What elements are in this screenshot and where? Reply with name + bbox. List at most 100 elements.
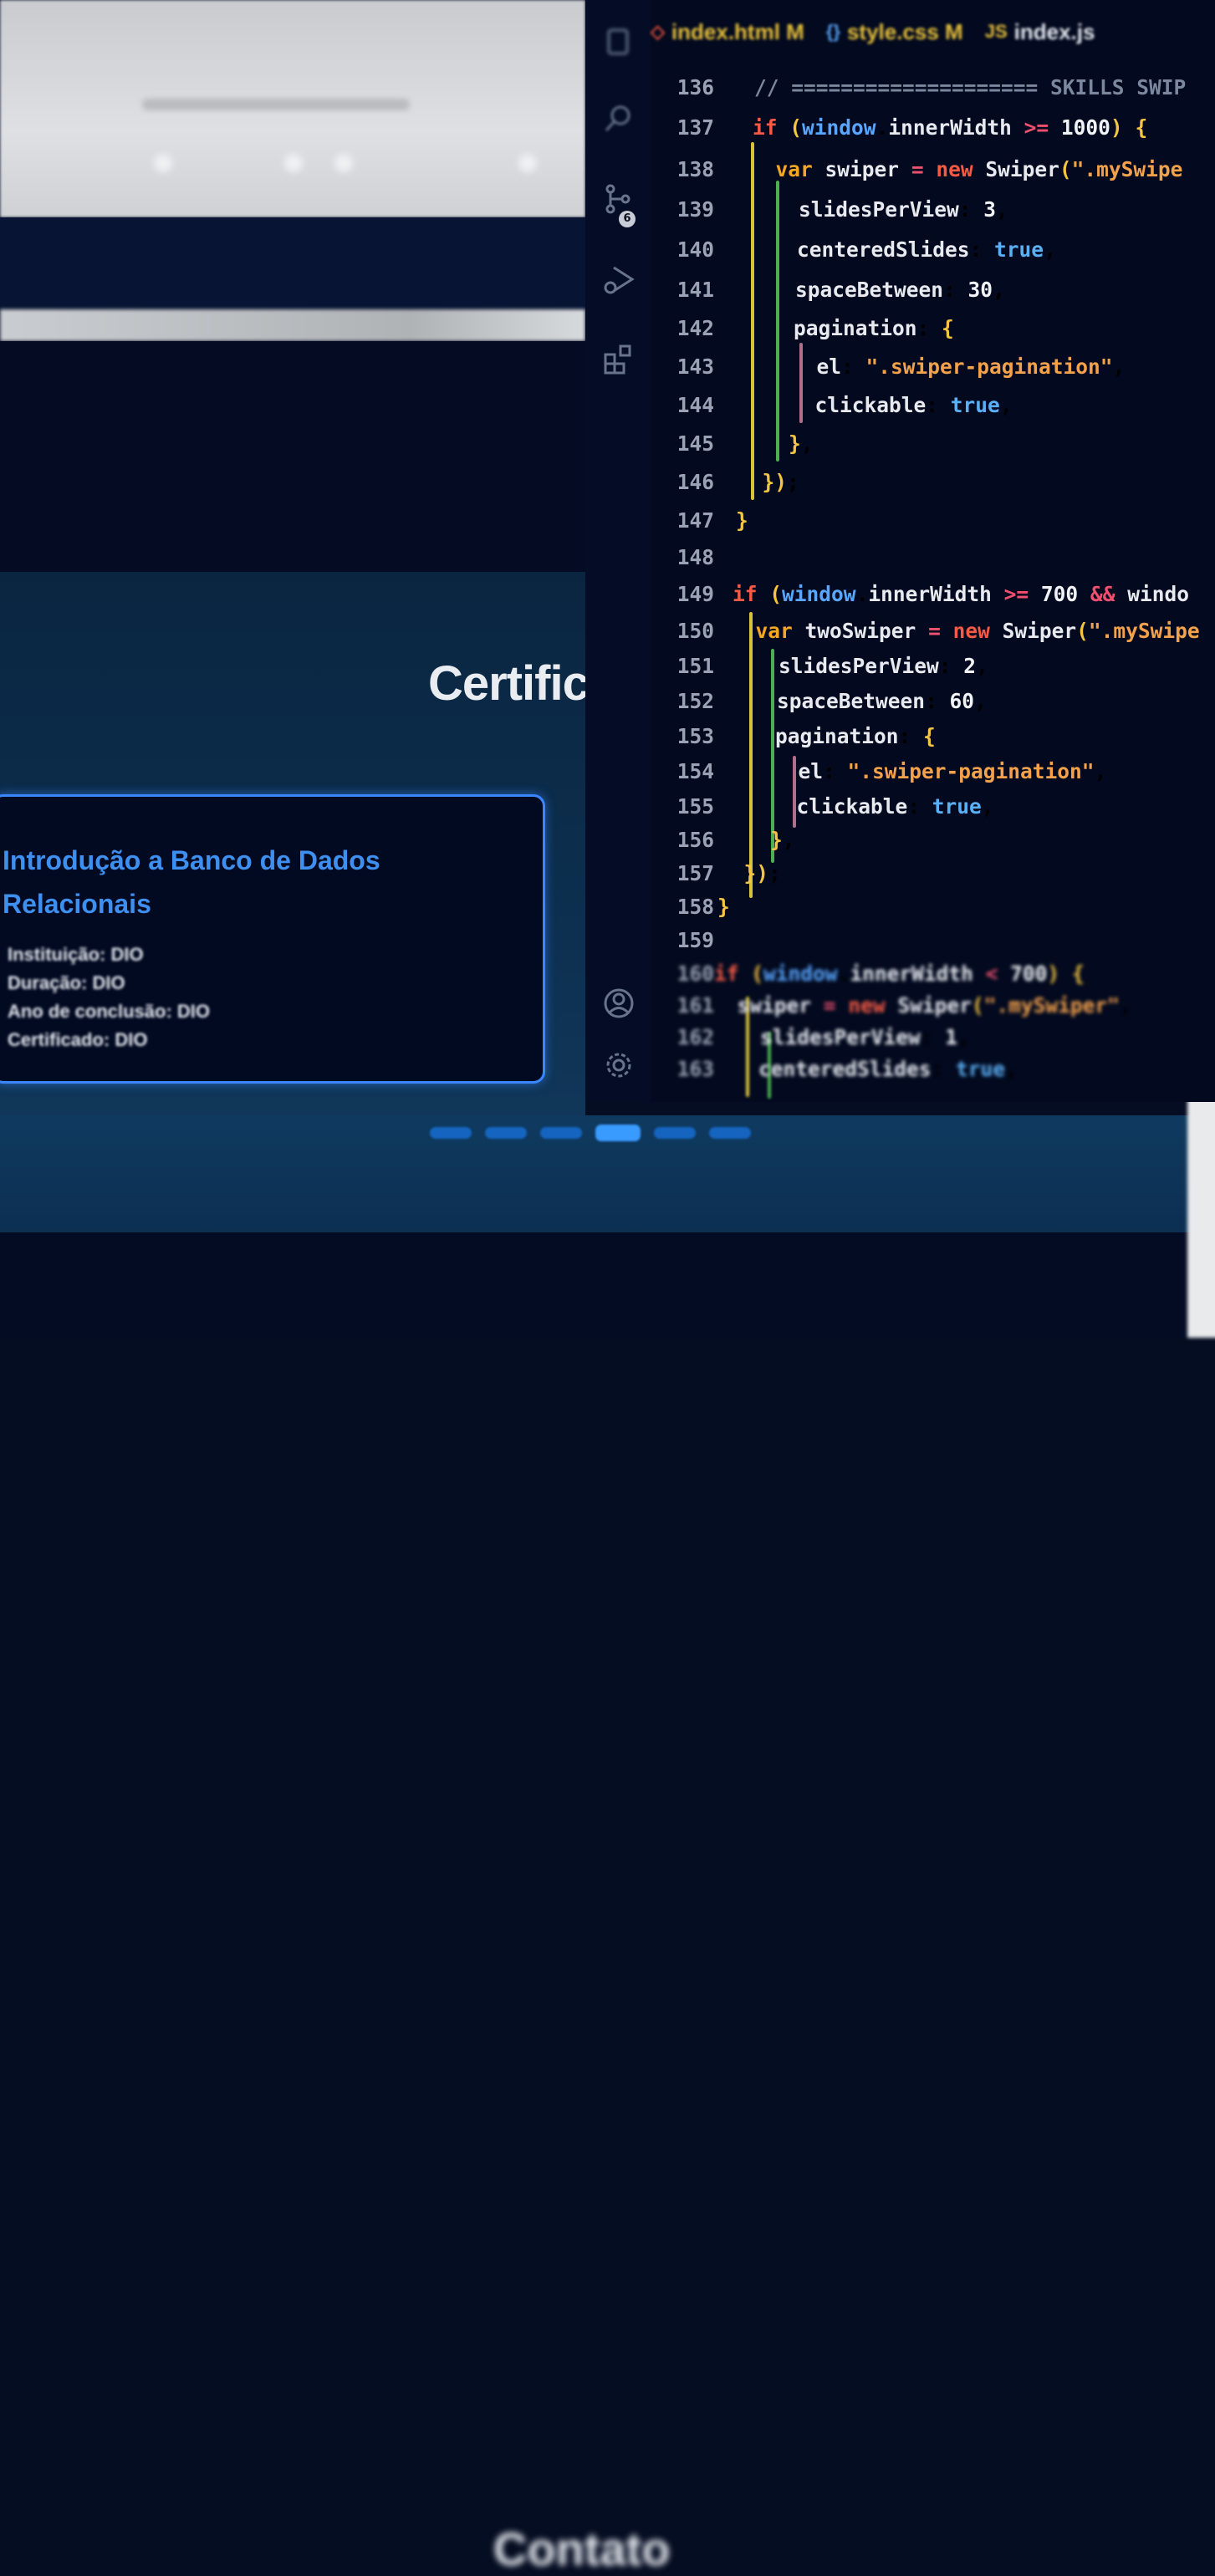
line-number: 156: [676, 828, 714, 852]
line-code: }: [717, 895, 730, 919]
line-number: 162: [676, 1025, 714, 1049]
window-edge: [1187, 1079, 1215, 1338]
site-nav: ▇▇▇▇▇▇▇: [0, 217, 585, 503]
line-code: clickable: true,: [814, 393, 1013, 417]
line-code: });: [762, 470, 799, 494]
certificate-institution: Instituição: DIO: [8, 944, 144, 965]
line-number: 137: [676, 115, 714, 140]
line-code: if (window.innerWidth >= 700 && windo: [733, 582, 1189, 606]
line-number: 152: [676, 689, 714, 713]
line-number: 141: [676, 278, 714, 302]
toolbar-icon[interactable]: [284, 154, 303, 172]
section-title: Certific: [428, 656, 585, 711]
explorer-icon[interactable]: [602, 25, 636, 59]
line-number: 153: [676, 724, 714, 748]
editor-tabs: ◇ index.html M {} style.css M JS index.j…: [651, 12, 1095, 52]
line-number: 158: [676, 895, 714, 919]
line-number: 140: [676, 237, 714, 262]
run-debug-icon[interactable]: [602, 263, 636, 296]
line-code: if (window.innerWidth >= 1000) {: [753, 115, 1148, 140]
line-number: 136: [676, 75, 714, 99]
line-number: 144: [676, 393, 714, 417]
certificates-section: Certific Introdução a Banco de Dados Rel…: [0, 572, 585, 1115]
line-number: 160: [676, 962, 714, 986]
line-code: },: [770, 828, 795, 852]
pagination-bullet[interactable]: [540, 1127, 582, 1139]
certificate-link: Certificado: DIO: [8, 1029, 148, 1050]
account-icon[interactable]: [602, 987, 636, 1020]
line-code: swiper = new Swiper(".mySwiper",: [737, 993, 1132, 1018]
line-code: pagination: {: [775, 724, 936, 748]
tab-index-js[interactable]: JS index.js: [985, 12, 1095, 52]
line-number: 149: [676, 582, 714, 606]
line-number: 157: [676, 861, 714, 885]
toolbar-icon[interactable]: [154, 154, 172, 172]
line-code: slidesPerView: 3,: [799, 197, 1008, 222]
line-code: var swiper = new Swiper(".mySwipe: [775, 157, 1183, 181]
pagination-bullet[interactable]: [709, 1127, 751, 1139]
address-bar[interactable]: [142, 99, 410, 110]
code-editor: 6 ◇ index.html M {} style.css M JS index…: [585, 0, 1215, 1102]
line-code: if (window.innerWidth < 700) {: [714, 962, 1085, 986]
line-code: centeredSlides: true,: [758, 1057, 1018, 1081]
line-number: 161: [676, 993, 714, 1018]
line-code: centeredSlides: true,: [797, 237, 1056, 262]
pagination-bullet[interactable]: [485, 1127, 527, 1139]
source-control-badge: 6: [619, 211, 636, 227]
line-number: 150: [676, 619, 714, 643]
tab-label: index.html M: [671, 18, 804, 44]
line-number: 154: [676, 759, 714, 783]
line-number: 148: [676, 545, 714, 569]
tab-label: style.css M: [846, 18, 963, 44]
line-code: spaceBetween: 60,: [777, 689, 987, 713]
contact-section: Contato: [0, 1232, 1215, 2575]
settings-gear-icon[interactable]: [602, 1048, 636, 1082]
line-code: el: ".swiper-pagination",: [798, 759, 1107, 783]
contact-title: Contato: [493, 2522, 671, 2575]
line-code: });: [743, 861, 781, 885]
tab-label: index.js: [1013, 18, 1095, 44]
line-number: 139: [676, 197, 714, 222]
search-icon[interactable]: [602, 102, 636, 135]
js-icon: JS: [984, 21, 1008, 42]
line-number: 146: [676, 470, 714, 494]
swiper-pagination: [430, 1125, 751, 1141]
html-icon: ◇: [651, 21, 665, 42]
activity-bar: 6: [585, 0, 651, 1102]
extensions-icon[interactable]: [602, 343, 636, 376]
line-number: 142: [676, 316, 714, 340]
line-code: clickable: true,: [796, 794, 994, 819]
line-number: 145: [676, 431, 714, 456]
certificate-title: Introdução a Banco de Dados Relacionais: [3, 845, 380, 919]
hero-section: [0, 341, 585, 572]
line-number: 155: [676, 794, 714, 819]
tab-style-css[interactable]: {} style.css M: [826, 12, 963, 52]
pagination-bullet-active[interactable]: [595, 1125, 641, 1141]
line-number: 138: [676, 157, 714, 181]
pagination-bullet[interactable]: [654, 1127, 696, 1139]
line-number: 163: [676, 1057, 714, 1081]
tab-index-html[interactable]: ◇ index.html M: [651, 12, 804, 52]
line-code: var twoSwiper = new Swiper(".mySwipe: [755, 619, 1200, 643]
line-code: },: [789, 431, 814, 456]
certificate-duration: Duração: DIO: [8, 972, 125, 993]
css-icon: {}: [825, 21, 840, 42]
line-number: 159: [676, 928, 714, 952]
line-code: el: ".swiper-pagination",: [816, 355, 1126, 379]
line-code: slidesPerView: 2,: [779, 654, 988, 678]
line-number: 147: [676, 508, 714, 533]
pagination-bullet[interactable]: [430, 1127, 472, 1139]
toolbar-icon[interactable]: [334, 154, 353, 172]
line-code: slidesPerView: 1,: [760, 1025, 970, 1049]
line-code: spaceBetween: 30,: [795, 278, 1005, 302]
certificate-year: Ano de conclusão: DIO: [8, 1001, 211, 1022]
line-number: 143: [676, 355, 714, 379]
toolbar-icon[interactable]: [518, 154, 537, 172]
line-code: }: [736, 508, 748, 533]
browser-toolbar: [0, 0, 585, 217]
line-code: pagination: {: [794, 316, 954, 340]
certificate-card[interactable]: Introdução a Banco de Dados Relacionais …: [0, 794, 545, 1084]
divider: [0, 309, 585, 341]
line-code: // ==================== SKILLS SWIP: [754, 75, 1187, 99]
line-number: 151: [676, 654, 714, 678]
